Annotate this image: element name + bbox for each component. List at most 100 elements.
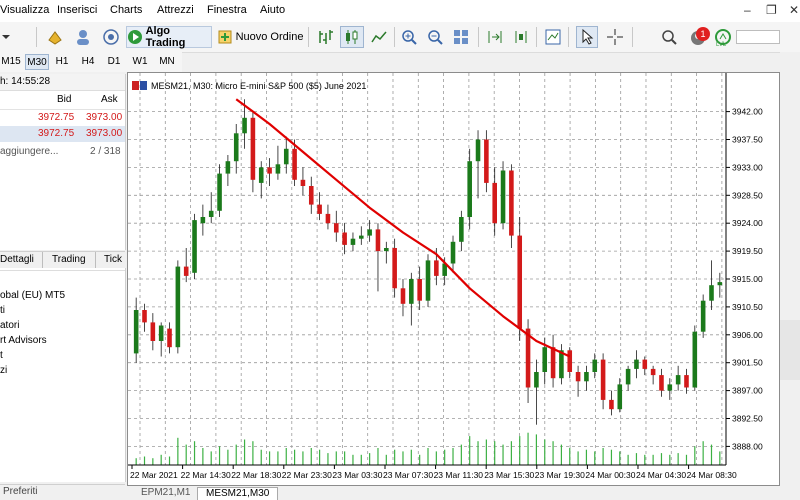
toolbar-separator — [568, 27, 569, 47]
market-watch-time: h: 14:55:28 — [0, 74, 125, 91]
symbol-row[interactable]: 3972.75 3973.00 — [0, 110, 125, 126]
timeframe-h1[interactable]: H1 — [52, 54, 72, 70]
y-tick-label: 3892.50 — [732, 414, 763, 424]
candle-body — [625, 368, 631, 385]
menu-attrezzi[interactable]: Attrezzi — [157, 4, 194, 16]
x-axis: 22 Mar 2021 22 Mar 14:30 22 Mar 18:30 22 Ma… — [128, 464, 737, 480]
navigator-icon[interactable] — [72, 26, 94, 48]
y-tick-label: 3919.50 — [732, 246, 763, 256]
timeframe-m30[interactable]: M30 — [25, 54, 49, 70]
candle-body — [542, 347, 548, 372]
chart-tab-mesm21[interactable]: MESM21,M30 — [197, 487, 279, 500]
tab-trading[interactable]: Trading — [52, 254, 86, 265]
candle-body — [275, 164, 281, 174]
bid-value: 3972.75 — [38, 128, 75, 139]
zoom-in-icon[interactable] — [398, 26, 420, 48]
candle-body — [267, 167, 272, 174]
templates-icon[interactable] — [542, 26, 564, 48]
candle-body — [150, 322, 156, 341]
menu-inserisci[interactable]: Inserisci — [57, 4, 97, 16]
level-label: LVL — [716, 42, 727, 48]
bid-column-header[interactable]: Bid — [57, 94, 71, 105]
navigator-item[interactable]: t — [0, 350, 3, 361]
level-icon[interactable]: LVL — [714, 26, 732, 48]
candle-body — [233, 133, 239, 162]
menu-aiuto[interactable]: Aiuto — [260, 4, 285, 16]
menu-visualizza[interactable]: Visualizza — [0, 4, 49, 16]
candle-layer — [133, 99, 723, 425]
line-chart-icon[interactable] — [368, 26, 390, 48]
search-icon[interactable] — [658, 26, 680, 48]
menu-finestra[interactable]: Finestra — [207, 4, 247, 16]
chart-tabs-bar: EPM21,M1 MESM21,M30 — [127, 486, 800, 500]
symbol-row-selected[interactable]: 3972.75 3973.00 — [0, 126, 125, 142]
bar-chart-icon[interactable] — [314, 26, 336, 48]
new-order-button[interactable]: Nuovo Ordine — [216, 26, 304, 48]
navigator-item[interactable]: rt Advisors — [0, 335, 47, 346]
x-tick-label: 24 Mar 04:30 — [636, 470, 686, 480]
auto-scroll-icon[interactable] — [510, 26, 532, 48]
zoom-out-icon[interactable] — [424, 26, 446, 48]
tab-dettagli[interactable]: Dettagli — [0, 254, 34, 265]
candlestick-chart-icon[interactable] — [340, 26, 364, 48]
y-tick-label: 3915.00 — [732, 274, 763, 284]
menu-charts[interactable]: Charts — [110, 4, 142, 16]
navigator-item[interactable]: zi — [0, 365, 7, 376]
timeframe-mn[interactable]: MN — [156, 54, 178, 70]
algo-play-icon — [128, 30, 142, 44]
dropdown-arrow-icon[interactable] — [0, 26, 12, 48]
x-tick-label: 23 Mar 15:30 — [484, 470, 534, 480]
candle-body — [600, 359, 606, 400]
navigator-item[interactable]: atori — [0, 320, 19, 331]
symbol-flag-icon-2 — [140, 81, 147, 90]
timeframe-d1[interactable]: D1 — [104, 54, 124, 70]
new-order-label: Nuovo Ordine — [235, 31, 304, 43]
chart-shift-icon[interactable] — [484, 26, 506, 48]
navigator-item[interactable]: obal (EU) MT5 — [0, 290, 65, 301]
navigator-divider — [0, 270, 125, 271]
ask-value: 3973.00 — [86, 128, 123, 139]
tab-divider — [42, 252, 43, 268]
favorites-tab[interactable]: Preferiti — [0, 484, 125, 499]
candle-body — [434, 260, 439, 276]
candle-body — [500, 170, 506, 224]
chart-tab-epm21[interactable]: EPM21,M1 — [133, 487, 198, 499]
candle-body — [459, 217, 464, 242]
close-icon[interactable]: ✕ — [789, 3, 799, 17]
ask-column-header[interactable]: Ask — [101, 94, 118, 105]
tile-windows-icon[interactable] — [450, 26, 472, 48]
navigator-panel: obal (EU) MT5 ti atori rt Advisors t zi — [0, 268, 126, 482]
tab-divider — [95, 252, 96, 268]
market-watch-icon[interactable] — [44, 26, 66, 48]
right-scroll-area[interactable] — [780, 52, 800, 499]
candle-body — [333, 223, 339, 233]
candle-body — [300, 179, 306, 186]
timeframe-h4[interactable]: H4 — [78, 54, 98, 70]
main-toolbar: Algo Trading Nuovo Ordine 1 LVL — [0, 22, 800, 53]
timeframe-m15[interactable]: M15 — [0, 54, 22, 70]
y-tick-label: 3933.00 — [732, 162, 763, 172]
notifications-icon[interactable]: 1 — [684, 26, 712, 48]
signal-icon[interactable] — [100, 26, 122, 48]
restore-icon[interactable]: ❐ — [766, 3, 777, 17]
cursor-icon[interactable] — [576, 26, 598, 48]
search-field[interactable] — [736, 30, 780, 44]
y-tick-label: 3942.00 — [732, 107, 763, 117]
candlestick-chart[interactable]: 3942.00 3937.50 3933.00 3928.50 3924.00 3919.… — [128, 73, 779, 485]
candle-body — [534, 372, 539, 388]
add-symbol-row[interactable]: aggiungere... 2 / 318 — [0, 144, 125, 160]
crosshair-icon[interactable] — [604, 26, 626, 48]
side-panel-fragment — [780, 320, 800, 380]
candle-body — [517, 235, 523, 329]
timeframe-w1[interactable]: W1 — [130, 54, 150, 70]
minimize-icon[interactable]: – — [744, 3, 751, 17]
candle-body — [283, 148, 289, 165]
algo-trading-button[interactable]: Algo Trading — [126, 25, 212, 49]
chart-title-group: MESM21, M30: Micro E-mini S&P 500 ($5) J… — [132, 81, 366, 91]
candle-body — [642, 359, 648, 369]
y-tick-label: 3924.00 — [732, 218, 763, 228]
navigator-item[interactable]: ti — [0, 305, 5, 316]
tab-tick[interactable]: Tick — [104, 254, 122, 265]
chart-window[interactable]: 3942.00 3937.50 3933.00 3928.50 3924.00 3919.… — [127, 72, 780, 486]
y-tick-label: 3906.00 — [732, 330, 763, 340]
